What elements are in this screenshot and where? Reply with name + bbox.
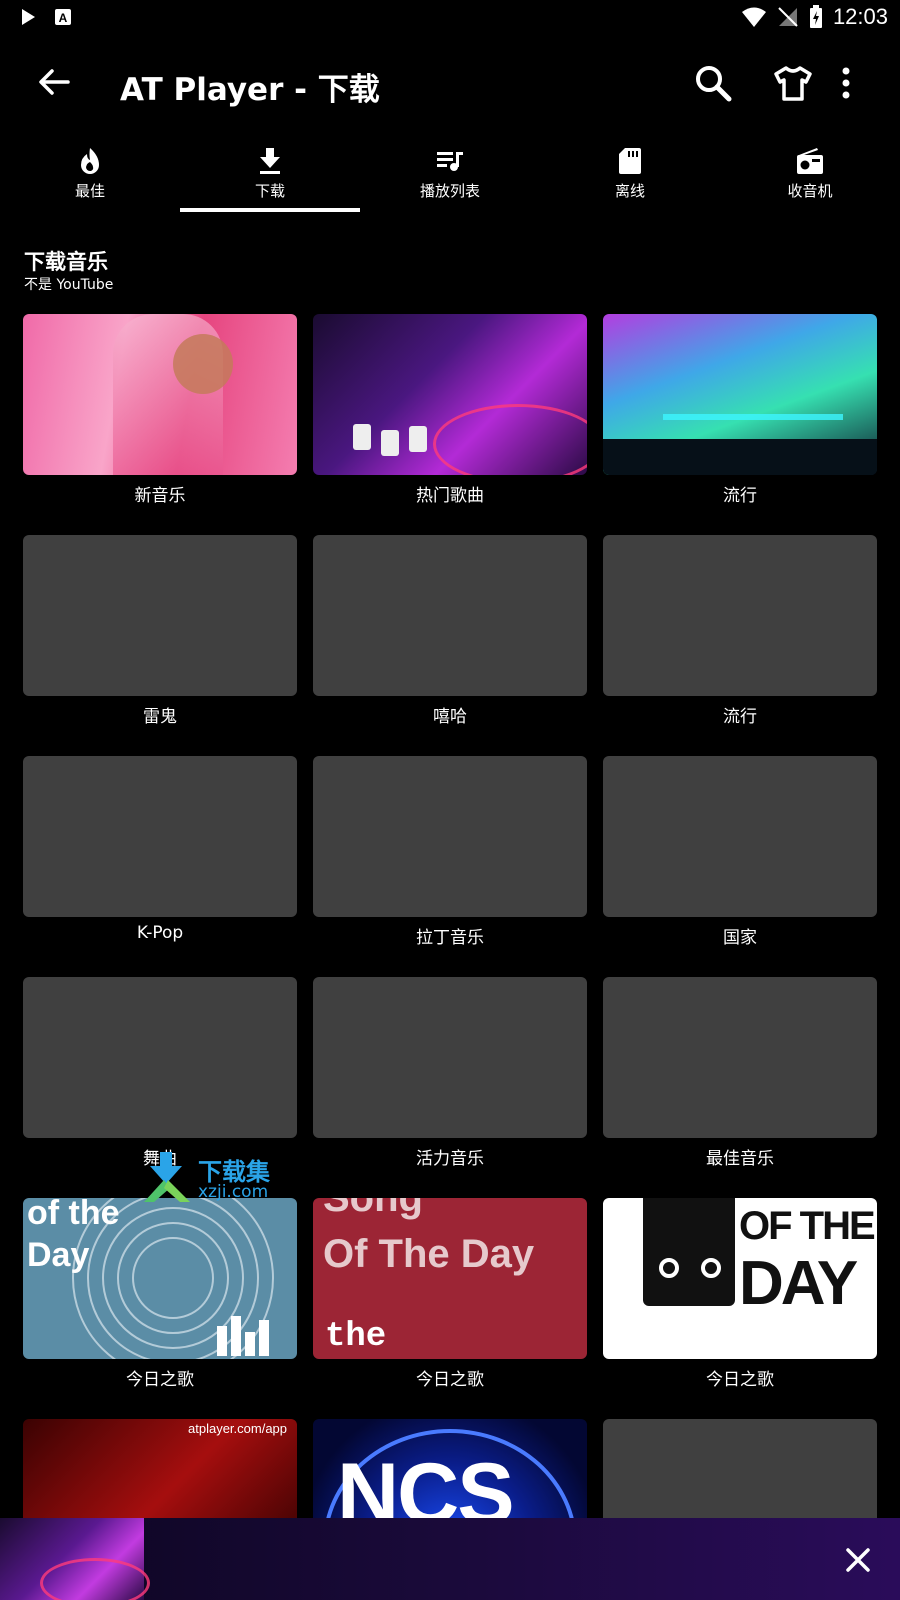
status-bar: A 12:03 [0, 0, 900, 36]
tile-label: 今日之歌 [416, 1370, 484, 1390]
tab-label: 播放列表 [419, 182, 480, 200]
genre-tile[interactable]: 嘻哈 [313, 535, 587, 727]
tile-thumbnail [313, 314, 587, 475]
tab-playlist[interactable]: 播放列表 [360, 140, 540, 216]
tile-art-text: DAY [739, 1249, 858, 1318]
radio-icon [797, 148, 823, 174]
svg-text:A: A [59, 11, 68, 25]
tile-art-text: Of The Day [323, 1232, 535, 1276]
tile-thumbnail [23, 314, 297, 475]
mini-player[interactable] [0, 1518, 900, 1600]
genre-tile[interactable]: 热门歌曲 [313, 314, 587, 506]
flame-icon [81, 148, 99, 174]
genre-tile[interactable]: 活力音乐 [313, 977, 587, 1169]
play-notification-icon [22, 9, 35, 25]
tile-thumbnail: OF THE DAY [603, 1198, 877, 1359]
genre-tile[interactable]: 舞曲 [23, 977, 297, 1169]
tile-label: 嘻哈 [433, 707, 467, 727]
watermark: 下载集 xzji.com [140, 1150, 290, 1206]
genre-tile[interactable]: 雷鬼 [23, 535, 297, 727]
no-signal-icon [778, 7, 798, 27]
page-title: AT Player - 下载 [120, 72, 380, 108]
tile-art-text: OF THE [739, 1204, 876, 1248]
genre-tile[interactable]: 流行 [603, 535, 877, 727]
tile-label: 今日之歌 [706, 1370, 774, 1390]
tile-thumbnail-placeholder [23, 756, 297, 917]
clock: 12:03 [832, 4, 888, 29]
tile-label: 热门歌曲 [416, 486, 484, 506]
tile-art-text: of the [27, 1198, 120, 1232]
tile-thumbnail-placeholder [313, 535, 587, 696]
sd-card-icon [619, 148, 641, 174]
tile-thumbnail-placeholder [23, 535, 297, 696]
genre-tile[interactable]: 国家 [603, 756, 877, 948]
tile-label: 拉丁音乐 [416, 928, 484, 948]
tile-label: K-Pop [136, 923, 184, 943]
tile-thumbnail: Song Of The Day the [313, 1198, 587, 1359]
tile-thumbnail: of the Day [23, 1198, 297, 1359]
genre-tile[interactable]: of the Day 今日之歌 [23, 1198, 297, 1390]
tile-art-text: atplayer.com/app [188, 1421, 288, 1436]
tab-download[interactable]: 下载 [180, 140, 360, 216]
section-title: 下载音乐 [24, 250, 108, 274]
tile-label: 流行 [723, 707, 757, 727]
app-bar: AT Player - 下载 [0, 48, 900, 118]
tile-label: 流行 [723, 486, 757, 506]
tile-label: 活力音乐 [416, 1149, 484, 1169]
now-playing-thumbnail[interactable] [0, 1518, 150, 1600]
tile-label: 新音乐 [134, 486, 186, 506]
genre-tile[interactable]: 最佳音乐 [603, 977, 877, 1169]
tile-art-text: Song [323, 1198, 423, 1220]
tile-label: 最佳音乐 [706, 1149, 774, 1169]
genre-tile[interactable]: 拉丁音乐 [313, 756, 587, 948]
selected-tab-indicator [180, 208, 360, 212]
watermark-domain: xzji.com [198, 1182, 269, 1202]
tab-label: 最佳 [74, 182, 105, 200]
genre-tile[interactable]: 流行 [603, 314, 877, 506]
tile-thumbnail-placeholder [313, 756, 587, 917]
tile-thumbnail-placeholder [313, 977, 587, 1138]
tab-bar: 最佳 下载 播放列表 离线 收音机 [0, 140, 900, 216]
tile-thumbnail-placeholder [603, 977, 877, 1138]
battery-charging-icon [809, 5, 822, 28]
wifi-icon [741, 7, 766, 27]
more-vert-icon[interactable] [834, 62, 858, 104]
tile-label: 国家 [723, 928, 757, 948]
genre-tile[interactable]: Song Of The Day the 今日之歌 [313, 1198, 587, 1390]
tile-label: 雷鬼 [143, 707, 177, 727]
tab-radio[interactable]: 收音机 [720, 140, 900, 216]
genre-tile[interactable]: OF THE DAY 今日之歌 [603, 1198, 877, 1390]
tab-label: 下载 [254, 182, 285, 200]
tile-thumbnail [603, 314, 877, 475]
genre-tile[interactable]: 新音乐 [23, 314, 297, 506]
download-icon [260, 148, 280, 174]
search-icon[interactable] [692, 62, 734, 104]
playlist-icon [437, 152, 463, 171]
genre-tile[interactable]: K-Pop [23, 756, 297, 943]
theme-shirt-icon[interactable] [772, 62, 814, 104]
tab-best[interactable]: 最佳 [0, 140, 180, 216]
back-arrow-icon[interactable] [34, 62, 74, 102]
close-icon[interactable] [842, 1544, 874, 1576]
tile-thumbnail-placeholder [603, 535, 877, 696]
app-notification-icon: A [55, 9, 71, 25]
tab-offline[interactable]: 离线 [540, 140, 720, 216]
section-subtitle: 不是 YouTube [24, 277, 114, 293]
tile-art-text: Day [27, 1236, 90, 1274]
tile-thumbnail-placeholder [23, 977, 297, 1138]
tile-art-text: the [325, 1318, 387, 1356]
tab-label: 收音机 [787, 182, 833, 200]
tab-label: 离线 [614, 182, 645, 200]
download-arrow-logo [144, 1152, 190, 1202]
tile-thumbnail-placeholder [603, 756, 877, 917]
tile-label: 今日之歌 [126, 1370, 194, 1390]
